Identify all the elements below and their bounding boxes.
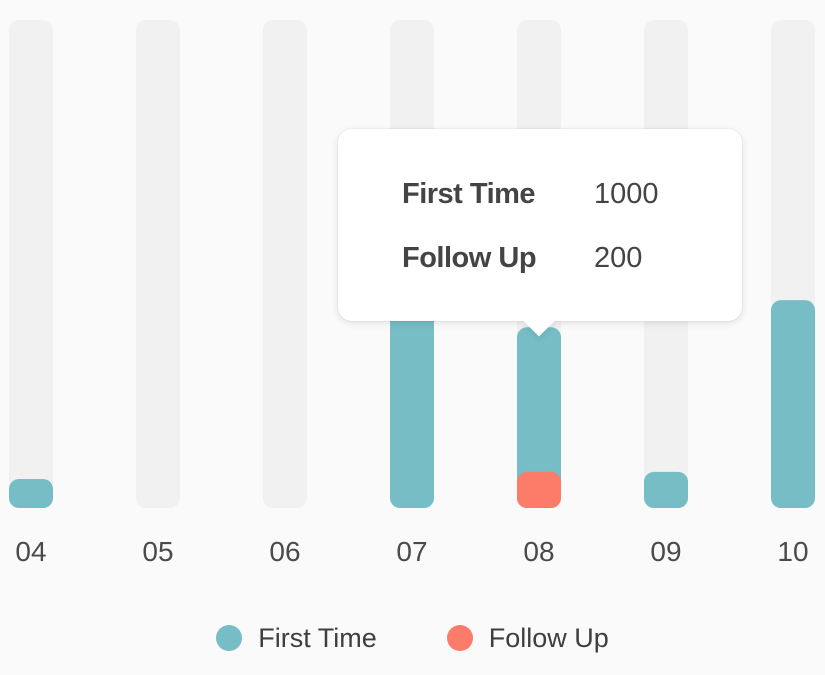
chart-legend: First Time Follow Up (0, 616, 825, 660)
x-tick-label: 09 (650, 536, 681, 567)
x-tick-label: 06 (269, 536, 300, 567)
bar-first-time[interactable] (771, 300, 815, 508)
bar-chart: 04 05 06 07 08 09 10 (0, 0, 825, 675)
x-tick-label: 05 (142, 536, 173, 567)
bar-track[interactable] (136, 20, 180, 508)
tooltip-row-first-time: First Time 1000 (402, 174, 659, 214)
legend-item-follow-up[interactable]: Follow Up (446, 622, 609, 654)
tooltip-value: 1000 (594, 177, 659, 210)
bar-track[interactable] (263, 20, 307, 508)
legend-swatch-first-time (216, 625, 243, 651)
tooltip-label: First Time (402, 177, 536, 210)
tooltip-value: 200 (594, 241, 643, 274)
legend-label: Follow Up (488, 622, 609, 653)
tooltip-row-follow-up: Follow Up 200 (402, 238, 642, 278)
bar-first-time[interactable] (9, 479, 53, 508)
x-tick-label: 04 (15, 536, 46, 567)
x-tick-label: 07 (396, 536, 427, 567)
legend-label: First Time (258, 622, 377, 653)
bar-track[interactable] (9, 20, 53, 508)
legend-swatch-follow-up (446, 625, 473, 651)
chart-tooltip: First Time 1000 Follow Up 200 (338, 129, 742, 337)
legend-item-first-time[interactable]: First Time (216, 623, 377, 654)
bar-first-time[interactable] (644, 471, 688, 508)
tooltip-label: Follow Up (402, 241, 537, 274)
x-tick-label: 08 (523, 536, 554, 567)
chart-plot: 04 05 06 07 08 09 10 (9, 20, 815, 567)
x-tick-label: 10 (777, 536, 808, 567)
bar-follow-up[interactable] (517, 471, 561, 508)
